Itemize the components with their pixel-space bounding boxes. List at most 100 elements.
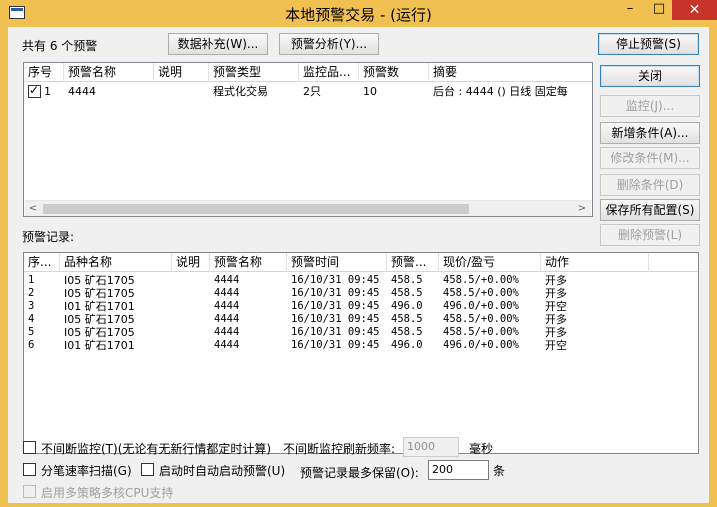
keep-records-input[interactable]: 200 <box>428 460 489 480</box>
table-row[interactable]: 6 I01 矿石1701 4444 16/10/31 09:45 496.0 496.0/… <box>24 339 698 353</box>
cell-product: I05 矿石1705 <box>64 326 135 339</box>
table-row[interactable]: 2 I05 矿石1705 4444 16/10/31 09:45 458.5 458.5/… <box>24 287 698 301</box>
add-condition-button[interactable]: 新增条件(A)... <box>600 122 700 144</box>
multicore-checkbox[interactable] <box>23 485 36 498</box>
cell-alert-price: 458.5 <box>391 287 423 299</box>
title-bar[interactable]: 本地预警交易 - (运行) – □ ✕ <box>0 0 717 26</box>
table-row[interactable]: 3 I01 矿石1701 4444 16/10/31 09:45 496.0 496.0/… <box>24 300 698 314</box>
cell-name: 4444 <box>68 85 96 98</box>
cell-type: 程式化交易 <box>213 85 268 98</box>
edit-condition-button[interactable]: 修改条件(M)... <box>600 147 700 169</box>
cell-record-no: 6 <box>28 339 35 351</box>
continuous-monitor-label[interactable]: 不间断监控(T)(无论有无新行情都定时计算) <box>41 440 271 457</box>
table-row[interactable]: 5 I05 矿石1705 4444 16/10/31 09:45 458.5 458.5/… <box>24 326 698 340</box>
dialog-body: 共有 6 个预警 数据补充(W)... 预警分析(Y)... 停止预警(S) 序… <box>8 27 709 503</box>
cell-alert-time: 16/10/31 09:45 <box>291 300 380 312</box>
alerts-table[interactable]: 序号 预警名称 说明 预警类型 监控品... 预警数 摘要 ✓ 1 4444 程… <box>23 62 593 217</box>
scroll-left-icon[interactable]: < <box>25 201 41 216</box>
alerts-horizontal-scrollbar[interactable]: < > <box>25 200 591 216</box>
scroll-thumb[interactable] <box>43 204 469 214</box>
records-label: 预警记录: <box>22 230 75 244</box>
cell-action: 开多 <box>545 313 567 326</box>
cell-action: 开空 <box>545 339 567 352</box>
cell-alert-name: 4444 <box>214 339 240 351</box>
auto-start-label[interactable]: 启动时自动启动预警(U) <box>159 462 285 479</box>
alerts-table-header: 序号 预警名称 说明 预警类型 监控品... 预警数 摘要 <box>24 63 592 82</box>
cell-alert-price: 496.0 <box>391 300 423 312</box>
cell-alert-name: 4444 <box>214 287 240 299</box>
col-header-filler <box>649 253 698 272</box>
cell-alert-price: 458.5 <box>391 274 423 286</box>
delete-alert-button[interactable]: 删除预警(L) <box>600 224 700 246</box>
cell-alert-time: 16/10/31 09:45 <box>291 313 380 325</box>
monitor-button[interactable]: 监控(J)... <box>600 95 700 117</box>
cell-record-no: 1 <box>28 274 35 286</box>
col-header-record-desc[interactable]: 说明 <box>172 253 210 272</box>
alert-analysis-button[interactable]: 预警分析(Y)... <box>279 33 379 55</box>
continuous-monitor-checkbox[interactable] <box>23 441 36 454</box>
alert-trading-window: 本地预警交易 - (运行) – □ ✕ 共有 6 个预警 数据补充(W)... … <box>0 0 717 507</box>
col-header-record-no[interactable]: 序... <box>24 253 60 272</box>
delete-condition-button[interactable]: 删除条件(D) <box>600 174 700 196</box>
cell-monitor: 2只 <box>303 85 321 98</box>
cell-alert-name: 4444 <box>214 274 240 286</box>
col-header-type[interactable]: 预警类型 <box>209 63 299 82</box>
cell-price-pnl: 496.0/+0.00% <box>443 300 519 312</box>
save-all-config-button[interactable]: 保存所有配置(S) <box>600 199 700 221</box>
cell-product: I05 矿石1705 <box>64 274 135 287</box>
window-title: 本地预警交易 - (运行) <box>285 6 432 24</box>
col-header-no[interactable]: 序号 <box>24 63 64 82</box>
data-fill-button[interactable]: 数据补充(W)... <box>168 33 268 55</box>
col-header-name[interactable]: 预警名称 <box>64 63 154 82</box>
refresh-rate-unit: 毫秒 <box>469 442 494 456</box>
records-table[interactable]: 序... 品种名称 说明 预警名称 预警时间 预警... 现价/盈亏 动作 1 I… <box>23 252 699 454</box>
tick-scan-checkbox[interactable] <box>23 463 36 476</box>
refresh-rate-label: 不间断监控刷新频率: <box>283 442 396 456</box>
cell-action: 开空 <box>545 300 567 313</box>
col-header-action[interactable]: 动作 <box>541 253 649 272</box>
cell-alert-time: 16/10/31 09:45 <box>291 287 380 299</box>
multicore-label[interactable]: 启用多策略多核CPU支持 <box>41 484 173 501</box>
col-header-alert-price[interactable]: 预警... <box>387 253 439 272</box>
table-row[interactable]: 1 I05 矿石1705 4444 16/10/31 09:45 458.5 458.5/… <box>24 274 698 288</box>
cell-summary: 后台 : 4444 () 日线 固定每 <box>433 85 568 98</box>
cell-price-pnl: 458.5/+0.00% <box>443 313 519 325</box>
col-header-monitor[interactable]: 监控品... <box>299 63 359 82</box>
close-button[interactable]: 关闭 <box>600 65 700 87</box>
stop-alert-button[interactable]: 停止预警(S) <box>598 33 699 55</box>
cell-alert-price: 496.0 <box>391 339 423 351</box>
cell-alert-price: 458.5 <box>391 313 423 325</box>
cell-record-no: 4 <box>28 313 35 325</box>
cell-alert-time: 16/10/31 09:45 <box>291 326 380 338</box>
cell-price-pnl: 458.5/+0.00% <box>443 326 519 338</box>
cell-record-no: 3 <box>28 300 35 312</box>
cell-product: I05 矿石1705 <box>64 287 135 300</box>
col-header-price-pnl[interactable]: 现价/盈亏 <box>439 253 541 272</box>
col-header-alert-time[interactable]: 预警时间 <box>287 253 387 272</box>
cell-alert-name: 4444 <box>214 326 240 338</box>
cell-record-no: 5 <box>28 326 35 338</box>
table-row[interactable]: ✓ 1 4444 程式化交易 2只 10 后台 : 4444 () 日线 固定每 <box>24 83 592 100</box>
cell-price-pnl: 496.0/+0.00% <box>443 339 519 351</box>
cell-alert-name: 4444 <box>214 313 240 325</box>
col-header-desc[interactable]: 说明 <box>154 63 209 82</box>
auto-start-checkbox[interactable] <box>141 463 154 476</box>
col-header-alert-name[interactable]: 预警名称 <box>210 253 287 272</box>
keep-records-label: 预警记录最多保留(O): <box>300 466 419 480</box>
col-header-summary[interactable]: 摘要 <box>429 63 592 82</box>
keep-records-unit: 条 <box>493 464 506 478</box>
col-header-product[interactable]: 品种名称 <box>60 253 172 272</box>
alert-count-label: 共有 6 个预警 <box>22 39 98 53</box>
tick-scan-label[interactable]: 分笔速率扫描(G) <box>41 462 132 479</box>
close-window-button[interactable]: ✕ <box>672 0 717 20</box>
refresh-rate-input[interactable]: 1000 <box>403 437 459 457</box>
maximize-button[interactable]: □ <box>646 0 672 20</box>
cell-alert-price: 458.5 <box>391 326 423 338</box>
cell-product: I01 矿石1701 <box>64 339 135 352</box>
records-table-header: 序... 品种名称 说明 预警名称 预警时间 预警... 现价/盈亏 动作 <box>24 253 698 272</box>
cell-record-no: 2 <box>28 287 35 299</box>
minimize-button[interactable]: – <box>617 0 643 20</box>
scroll-right-icon[interactable]: > <box>574 201 590 216</box>
col-header-count[interactable]: 预警数 <box>359 63 429 82</box>
table-row[interactable]: 4 I05 矿石1705 4444 16/10/31 09:45 458.5 458.5/… <box>24 313 698 327</box>
